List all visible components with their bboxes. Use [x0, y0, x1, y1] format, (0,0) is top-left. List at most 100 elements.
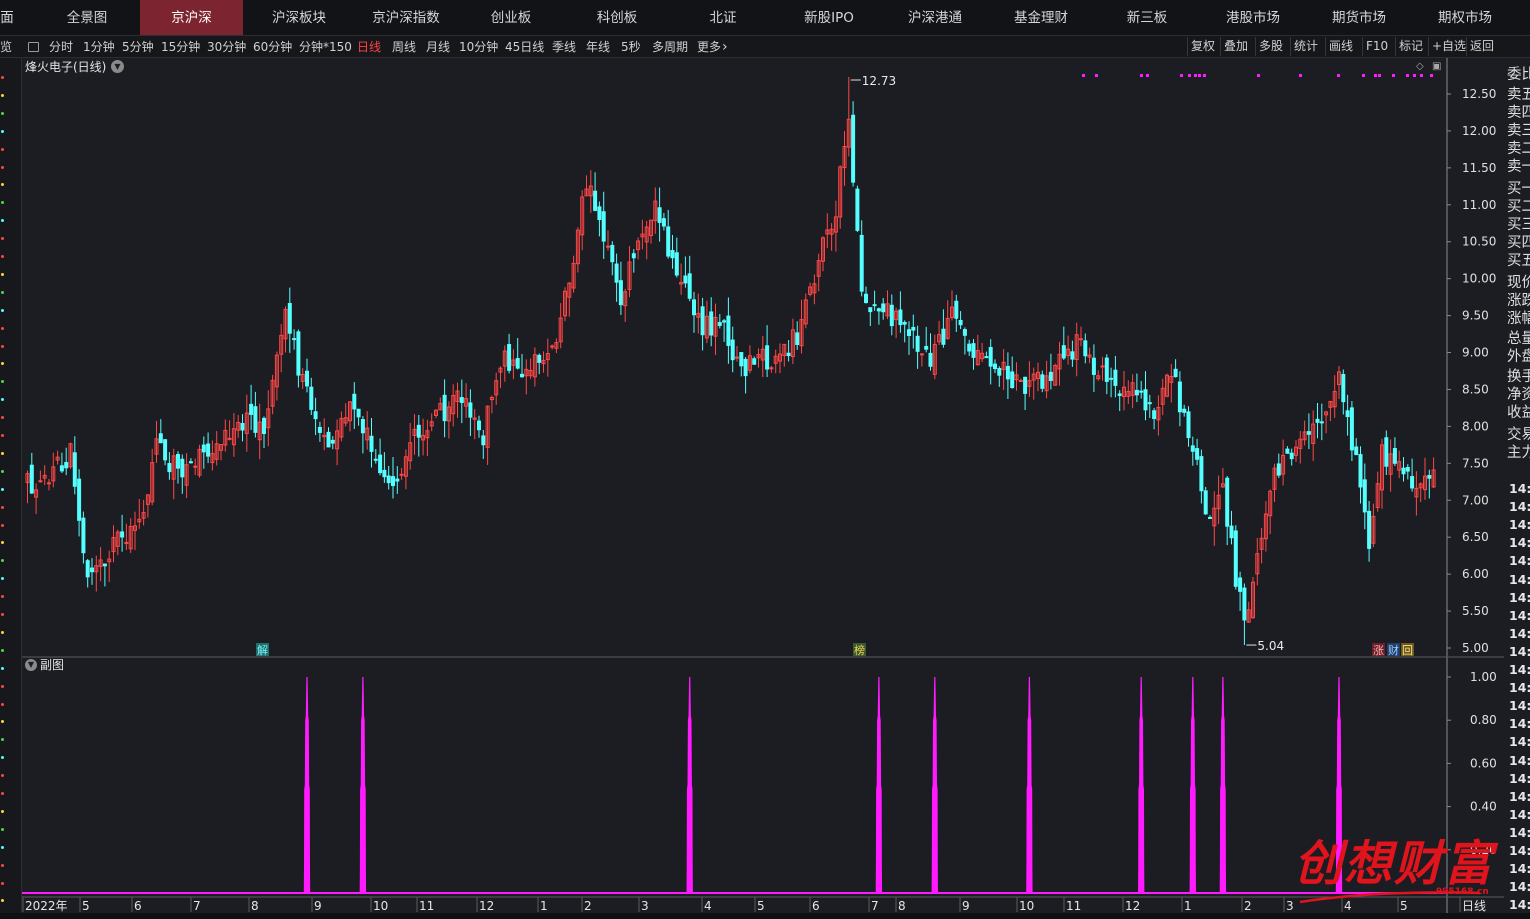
candle — [1238, 571, 1243, 611]
candle-body — [954, 300, 959, 319]
x-tick-label: 10 — [1019, 899, 1034, 913]
candle — [279, 324, 284, 373]
candle — [846, 77, 851, 157]
candle-body — [193, 465, 198, 468]
candle — [588, 170, 593, 213]
candle — [515, 338, 520, 370]
candle — [1272, 463, 1277, 502]
candle — [459, 379, 464, 424]
candle — [1298, 430, 1303, 464]
candle-body — [1401, 467, 1406, 475]
event-badge[interactable]: 财 — [1387, 643, 1400, 657]
candle-body — [735, 356, 739, 359]
candle — [141, 499, 146, 526]
candle-body — [606, 245, 610, 248]
quote-label: 现价 — [1507, 275, 1530, 291]
signal-dot — [1337, 74, 1340, 77]
candle — [1384, 430, 1389, 475]
candle-body — [77, 478, 82, 521]
tick-time: 14:5 — [1509, 698, 1530, 714]
candle — [752, 356, 757, 365]
candle-body — [1345, 410, 1350, 418]
candle-body — [29, 464, 34, 494]
tick-time: 14:5 — [1509, 897, 1530, 913]
candle — [326, 427, 331, 448]
candle-body — [1276, 463, 1281, 476]
candle — [1233, 525, 1238, 590]
event-badge[interactable]: 回 — [1401, 643, 1414, 657]
candle — [765, 325, 770, 378]
candle — [739, 352, 744, 377]
chevron-down-icon[interactable]: ▼ — [111, 60, 124, 73]
event-badge[interactable]: 涨 — [1372, 643, 1385, 657]
watermark-text: 创想财富 — [1294, 836, 1495, 892]
candle — [980, 342, 985, 363]
candle-body — [369, 435, 374, 452]
event-badge[interactable]: 榜 — [853, 643, 866, 657]
candle — [722, 318, 727, 342]
candle — [77, 469, 82, 537]
candle — [618, 261, 623, 315]
candle — [1367, 500, 1372, 562]
candle — [158, 419, 163, 444]
subchart-toggle-icon[interactable]: ▼ — [25, 659, 37, 671]
candle — [1010, 356, 1015, 389]
candle-body — [597, 206, 602, 220]
signal-dot — [1430, 74, 1433, 77]
low-label: 5.04 — [1257, 639, 1284, 653]
signal-dot — [1203, 74, 1206, 77]
candle — [287, 287, 292, 353]
candle — [631, 249, 636, 273]
candle — [489, 395, 494, 414]
candle-body — [468, 402, 473, 418]
candle — [352, 382, 357, 429]
candle-body — [1285, 448, 1290, 454]
window-restore-icon[interactable]: ▣ — [1432, 61, 1441, 72]
candle-body — [416, 424, 421, 438]
candle — [1324, 410, 1329, 434]
candle — [1302, 420, 1307, 446]
y-tick-label: 9.00 — [1462, 346, 1489, 360]
candle-body — [1392, 447, 1397, 464]
candle — [644, 220, 649, 260]
candle — [623, 288, 628, 322]
badge-text: 财 — [1388, 643, 1399, 657]
signal-dot — [1180, 74, 1183, 77]
candle-body — [1113, 369, 1118, 386]
candle — [193, 458, 198, 476]
candle-body — [201, 444, 206, 453]
x-tick-label: 4 — [704, 899, 712, 913]
candle — [1053, 363, 1058, 386]
candle — [829, 223, 834, 251]
signal-dot — [1082, 74, 1085, 77]
diamond-icon[interactable]: ◇ — [1416, 61, 1424, 72]
y-tick-label: 5.00 — [1462, 641, 1489, 655]
quote-panel: 委比 卖五 卖四 卖三 卖二 卖一 买一 买二 买三 买四 买五 现价 涨跌 涨幅 总量 外盘 换手 净资 收益 交易… — [1504, 58, 1530, 913]
candle — [1177, 371, 1182, 427]
candle — [416, 415, 421, 457]
candle — [171, 448, 176, 500]
event-badge[interactable]: 解 — [256, 643, 269, 657]
candle — [1388, 439, 1393, 492]
quote-label: 换手 — [1507, 369, 1530, 385]
candle — [313, 397, 318, 436]
candle — [907, 321, 911, 355]
candle-body — [537, 354, 542, 363]
candle — [928, 333, 933, 371]
candle — [1186, 406, 1191, 447]
candle — [614, 253, 619, 302]
candle-body — [1190, 445, 1195, 452]
candle — [1027, 361, 1032, 398]
candle — [1066, 335, 1071, 365]
candle — [778, 343, 782, 374]
candle-body — [240, 422, 245, 431]
candle — [59, 452, 64, 474]
candle — [1362, 463, 1367, 530]
candle — [563, 287, 567, 322]
candle-body — [1405, 467, 1410, 472]
candle-body — [1079, 338, 1083, 341]
candle — [717, 314, 722, 329]
candle-body — [993, 363, 997, 370]
candle-body — [85, 560, 90, 578]
candle-body — [442, 394, 447, 422]
